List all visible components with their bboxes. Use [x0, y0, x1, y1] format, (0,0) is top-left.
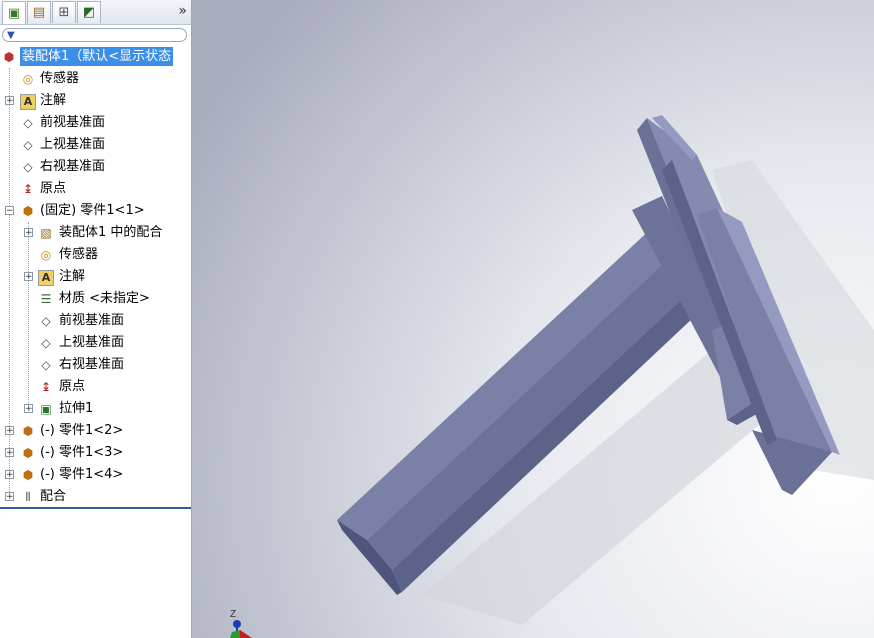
- tree-item-label: 上视基准面: [59, 335, 125, 350]
- tree-item-label: 前视基准面: [40, 115, 106, 130]
- collapse-minus-icon[interactable]: −: [5, 206, 14, 216]
- tree-item-label: 配合: [40, 489, 67, 504]
- assembly-icon: ⬢: [3, 50, 15, 64]
- tree-line: [28, 222, 29, 410]
- tree-item-root[interactable]: ⬢ 装配体1（默认<显示状态: [0, 46, 191, 68]
- material-icon: ☰: [40, 292, 52, 306]
- filter-icon: ▼: [7, 30, 15, 41]
- display-icon: ◩: [82, 5, 96, 20]
- tree-item-label: 传感器: [59, 247, 99, 262]
- feature-tree-icon: ▣: [7, 5, 21, 21]
- expand-plus-icon[interactable]: +: [24, 228, 33, 238]
- plane-icon: ◇: [23, 116, 33, 130]
- tree-item-label: (-) 零件1<3>: [40, 445, 124, 460]
- tree-item-label: 前视基准面: [59, 313, 125, 328]
- extrude-icon: ▣: [40, 402, 52, 416]
- tree-item-label: 传感器: [40, 71, 80, 86]
- tree-item-label: 原点: [40, 181, 67, 196]
- annotation-icon: A: [20, 94, 36, 110]
- model-canvas: Z: [192, 0, 874, 638]
- origin-icon: ↨: [22, 182, 34, 196]
- plane-icon: ◇: [41, 358, 51, 372]
- feature-manager-panel: ▣ ▤ ⊞ ◩ » ▼ ⬢ 装配体1（默认<显示状态 ◎ 传感器 + A 注解 …: [0, 0, 192, 638]
- expand-plus-icon[interactable]: +: [24, 272, 33, 282]
- tree-item-label: 右视基准面: [59, 357, 125, 372]
- configuration-icon: ⊞: [58, 5, 70, 20]
- expand-plus-icon[interactable]: +: [5, 448, 14, 458]
- tab-displaymanager[interactable]: ◩: [77, 1, 101, 23]
- mates-icon: ⫴: [25, 490, 31, 504]
- tree-item-label: 拉伸1: [59, 401, 94, 416]
- tree-item-label: 右视基准面: [40, 159, 106, 174]
- expand-plus-icon[interactable]: +: [5, 426, 14, 436]
- part-icon: ⬢: [22, 424, 34, 438]
- plane-icon: ◇: [23, 138, 33, 152]
- tree-item-label: (固定) 零件1<1>: [40, 203, 145, 218]
- sensor-icon: ◎: [22, 72, 34, 86]
- tree-item-label: 上视基准面: [40, 137, 106, 152]
- plane-icon: ◇: [41, 336, 51, 350]
- tree-item-label: (-) 零件1<4>: [40, 467, 124, 482]
- plane-icon: ◇: [41, 314, 51, 328]
- part-icon: ⬢: [22, 446, 34, 460]
- manager-tabbar: ▣ ▤ ⊞ ◩ »: [0, 0, 191, 25]
- tab-configurationmanager[interactable]: ⊞: [52, 1, 76, 23]
- tree-end-divider: [0, 507, 191, 509]
- tree-item-label: 注解: [40, 93, 67, 108]
- annotation-icon: A: [38, 270, 54, 286]
- graphics-viewport[interactable]: Z: [192, 0, 874, 638]
- tree-item-label: 装配体1 中的配合: [59, 225, 163, 240]
- part-icon: ⬢: [22, 468, 34, 482]
- filter-bar: ▼: [0, 25, 191, 45]
- part-icon: ⬢: [22, 204, 34, 218]
- tree-item-label: 装配体1（默认<显示状态: [20, 47, 174, 66]
- triad-z-label: Z: [230, 609, 236, 620]
- expand-chevron-icon[interactable]: »: [178, 3, 187, 19]
- filter-input[interactable]: ▼: [2, 28, 187, 42]
- tree-item-label: 原点: [59, 379, 86, 394]
- tab-featuremanager[interactable]: ▣: [2, 1, 26, 24]
- mate-group-icon: ▧: [40, 226, 52, 240]
- expand-plus-icon[interactable]: +: [24, 404, 33, 414]
- expand-plus-icon[interactable]: +: [5, 96, 14, 106]
- property-icon: ▤: [32, 5, 46, 20]
- expand-plus-icon[interactable]: +: [5, 470, 14, 480]
- sensor-icon: ◎: [40, 248, 52, 262]
- origin-icon: ↨: [40, 380, 52, 394]
- tree-item-label: 材质 <未指定>: [59, 291, 150, 306]
- tree-item-label: (-) 零件1<2>: [40, 423, 124, 438]
- tree-item-label: 注解: [59, 269, 86, 284]
- tab-propertymanager[interactable]: ▤: [27, 1, 51, 23]
- expand-plus-icon[interactable]: +: [5, 492, 14, 502]
- plane-icon: ◇: [23, 160, 33, 174]
